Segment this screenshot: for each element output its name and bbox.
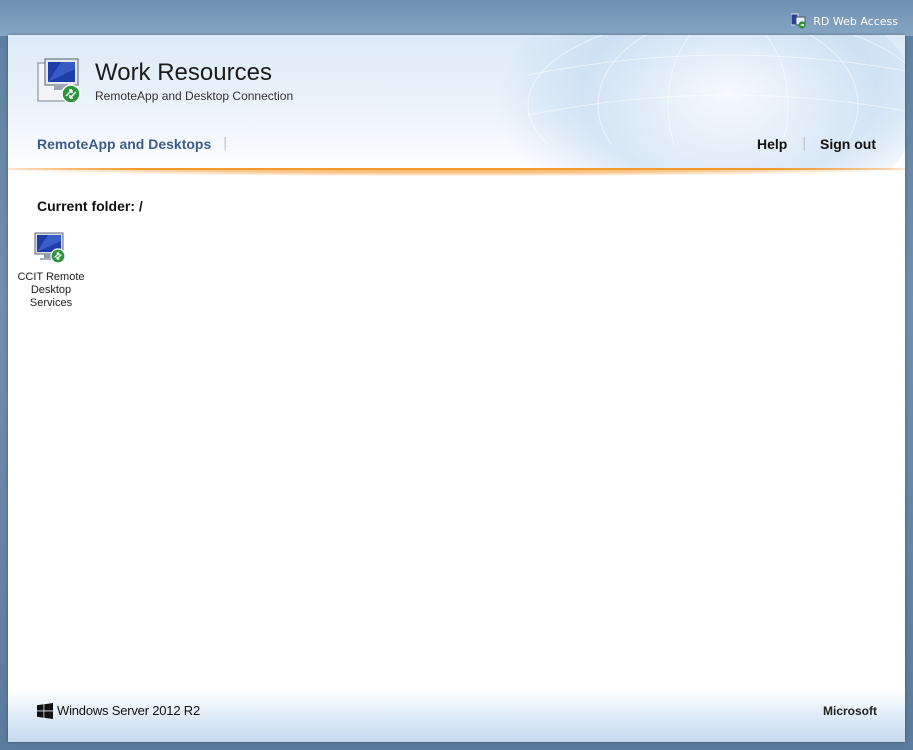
rd-web-access-icon bbox=[790, 13, 807, 29]
sign-out-link[interactable]: Sign out bbox=[820, 136, 876, 152]
resource-label: CCIT Remote Desktop Services bbox=[17, 271, 85, 309]
page-title: Work Resources bbox=[95, 59, 272, 86]
main-panel: Work Resources RemoteApp and Desktop Con… bbox=[8, 35, 905, 742]
rd-web-access-link[interactable]: RD Web Access bbox=[790, 12, 898, 30]
current-folder-label: Current folder: / bbox=[37, 198, 143, 214]
remote-desktop-icon bbox=[34, 231, 68, 265]
footer: Windows Server 2012 R2 Microsoft bbox=[8, 690, 905, 742]
orange-accent-line bbox=[8, 168, 905, 170]
rd-web-access-label: RD Web Access bbox=[813, 14, 898, 28]
top-strip bbox=[0, 0, 913, 36]
help-link[interactable]: Help bbox=[757, 136, 787, 152]
page-subtitle: RemoteApp and Desktop Connection bbox=[95, 89, 294, 103]
resource-item-ccit-remote-desktop-services[interactable]: CCIT Remote Desktop Services bbox=[14, 231, 88, 310]
globe-lines-decoration bbox=[527, 35, 905, 145]
header: Work Resources RemoteApp and Desktop Con… bbox=[8, 35, 905, 170]
windows-server-brand: Windows Server 2012 R2 bbox=[57, 703, 200, 718]
windows-logo-icon bbox=[37, 703, 53, 719]
remote-desktop-app-icon bbox=[36, 57, 86, 107]
nav-separator: | bbox=[802, 136, 807, 151]
nav-separator: | bbox=[223, 136, 228, 151]
microsoft-brand: Microsoft bbox=[823, 704, 877, 718]
tab-remoteapp-and-desktops[interactable]: RemoteApp and Desktops bbox=[37, 136, 211, 152]
